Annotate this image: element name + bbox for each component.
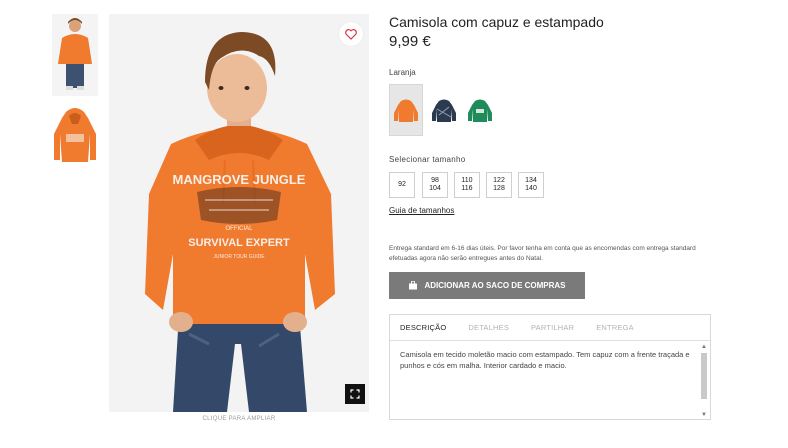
- description-scrollbar[interactable]: ▲ ▼: [700, 343, 708, 419]
- expand-icon: [350, 389, 360, 399]
- color-swatch-orange[interactable]: [389, 84, 423, 136]
- scroll-down-icon[interactable]: ▼: [700, 411, 708, 419]
- size-92-text: 92: [398, 181, 406, 188]
- size-option-122-128[interactable]: 122 128: [486, 172, 512, 198]
- shopping-bag-icon: [409, 281, 418, 290]
- product-price: 9,99 €: [389, 33, 431, 50]
- print-line-2: OFFICIAL: [225, 226, 253, 232]
- print-line-4: JUNIOR TOUR GUIDE: [213, 254, 265, 260]
- color-swatch-navy[interactable]: [427, 84, 461, 136]
- product-title: Camisola com capuz e estampado: [389, 14, 604, 30]
- color-label: Laranja: [389, 68, 416, 77]
- size-98-text: 98: [431, 177, 439, 184]
- heart-icon: [345, 28, 357, 40]
- tab-description[interactable]: DESCRIÇÃO: [400, 323, 446, 332]
- scrollbar-thumb[interactable]: [701, 353, 707, 399]
- size-128-text: 128: [493, 185, 505, 192]
- thumbnail-model-image: [52, 14, 98, 96]
- thumbnail-model[interactable]: [52, 14, 98, 96]
- tab-share[interactable]: PARTILHAR: [531, 323, 574, 332]
- size-option-98-104[interactable]: 98 104: [422, 172, 448, 198]
- main-product-image[interactable]: MANGROVE JUNGLE OFFICIAL SURVIVAL EXPERT…: [109, 14, 369, 412]
- size-option-110-116[interactable]: 110 116: [454, 172, 480, 198]
- favorite-button[interactable]: [339, 22, 363, 46]
- zoom-hint: CLIQUE PARA AMPLIAR: [202, 416, 276, 422]
- description-text: Camisola em tecido moletão macio com est…: [400, 350, 690, 370]
- size-option-134-140[interactable]: 134 140: [518, 172, 544, 198]
- print-line-3: SURVIVAL EXPERT: [188, 237, 290, 249]
- size-110-text: 110: [461, 177, 473, 184]
- size-label: Selecionar tamanho: [389, 155, 466, 164]
- size-116-text: 116: [461, 185, 473, 192]
- swatch-navy-image: [432, 99, 456, 122]
- add-to-bag-label: ADICIONAR AO SACO DE COMPRAS: [424, 281, 566, 290]
- size-104-text: 104: [429, 185, 441, 192]
- swatch-green-image: [468, 99, 492, 122]
- size-guide-link[interactable]: Guia de tamanhos: [389, 206, 454, 215]
- scroll-up-icon[interactable]: ▲: [700, 343, 708, 351]
- child-hoodie-photo: MANGROVE JUNGLE OFFICIAL SURVIVAL EXPERT…: [109, 14, 369, 412]
- thumbnail-product[interactable]: [52, 104, 98, 186]
- size-122-text: 122: [493, 177, 505, 184]
- tab-details[interactable]: DETALHES: [468, 323, 509, 332]
- zoom-button[interactable]: [345, 384, 365, 404]
- size-option-92[interactable]: 92: [389, 172, 415, 198]
- add-to-bag-button[interactable]: ADICIONAR AO SACO DE COMPRAS: [389, 272, 585, 299]
- thumbnail-product-image: [54, 108, 96, 162]
- size-140-text: 140: [525, 185, 537, 192]
- size-134-text: 134: [525, 177, 537, 184]
- info-tabs-panel: DESCRIÇÃO DETALHES PARTILHAR ENTREGA Cam…: [389, 314, 711, 420]
- tab-delivery[interactable]: ENTREGA: [596, 323, 634, 332]
- swatch-orange-image: [394, 99, 418, 122]
- delivery-note: Entrega standard em 6-16 dias úteis. Por…: [389, 245, 696, 262]
- color-swatch-green[interactable]: [463, 84, 497, 136]
- print-line-1: MANGROVE JUNGLE: [173, 172, 306, 187]
- info-tabs: DESCRIÇÃO DETALHES PARTILHAR ENTREGA: [390, 315, 710, 341]
